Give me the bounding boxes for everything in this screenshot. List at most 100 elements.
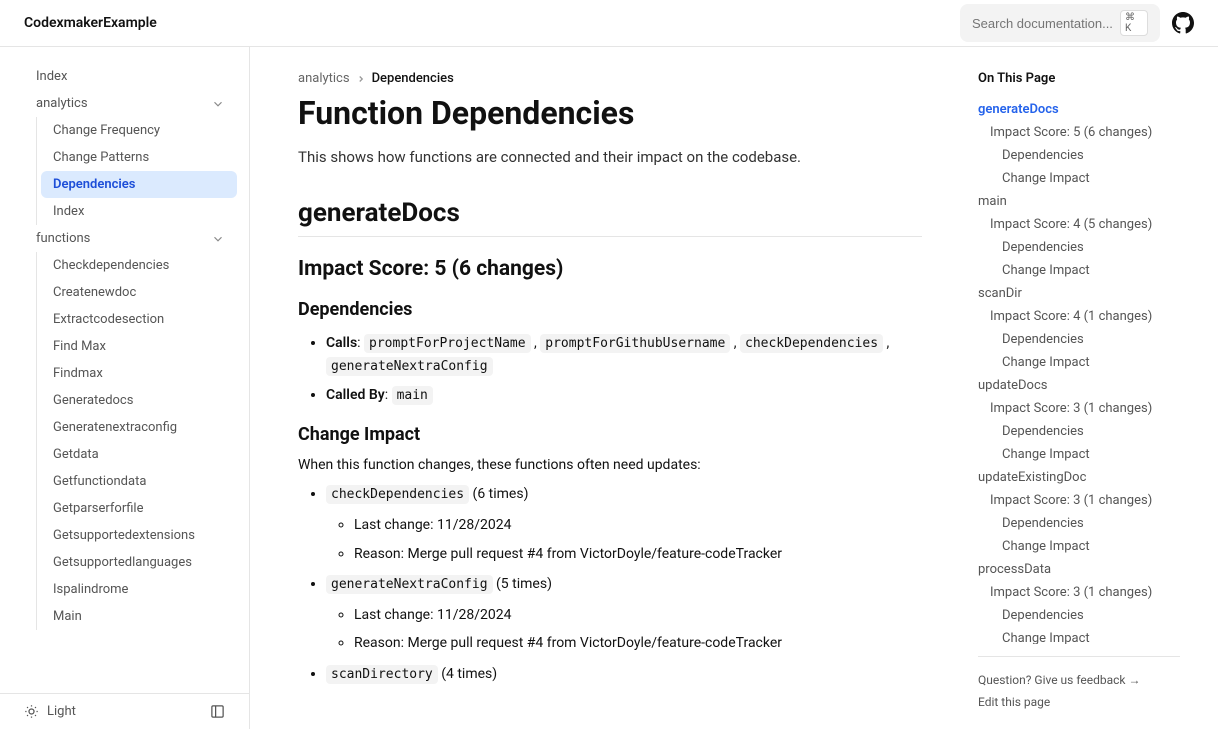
toc-link[interactable]: Impact Score: 4 (1 changes) <box>978 305 1180 328</box>
toc-link[interactable]: Change Impact <box>978 443 1180 466</box>
toc-link[interactable]: updateDocs <box>978 374 1180 397</box>
sidebar-item-functions[interactable]: functions <box>24 225 237 252</box>
sidebar-footer: Light <box>0 693 249 729</box>
code-ref: main <box>392 386 433 405</box>
sidebar-item-getdata[interactable]: Getdata <box>41 441 237 468</box>
sidebar-item-analytics[interactable]: analytics <box>24 90 237 117</box>
sidebar-item-label: Getdata <box>53 447 99 462</box>
toc-link[interactable]: Dependencies <box>978 328 1180 351</box>
impact-item: scanDirectory (4 times) <box>326 663 922 686</box>
feedback-link[interactable]: Question? Give us feedback → <box>978 669 1180 691</box>
toc-link[interactable]: generateDocs <box>978 98 1180 121</box>
impact-score-heading: Impact Score: 5 (6 changes) <box>298 257 922 281</box>
sidebar: Index analytics Change Frequency Change Pat… <box>0 47 250 729</box>
panel-toggle-icon[interactable] <box>210 704 225 719</box>
impact-item: generateNextraConfig (5 times)Last chang… <box>326 573 922 655</box>
toc-link[interactable]: Impact Score: 5 (6 changes) <box>978 121 1180 144</box>
toc-link[interactable]: Impact Score: 3 (1 changes) <box>978 489 1180 512</box>
toc-link[interactable]: scanDir <box>978 282 1180 305</box>
toc-link[interactable]: processData <box>978 558 1180 581</box>
sidebar-item-label: Findmax <box>53 366 103 381</box>
sidebar-item-label: Createnewdoc <box>53 285 136 300</box>
toc-link[interactable]: Impact Score: 3 (1 changes) <box>978 397 1180 420</box>
sidebar-item-extractcodesection[interactable]: Extractcodesection <box>41 306 237 333</box>
sidebar-item-findmax[interactable]: Findmax <box>41 360 237 387</box>
calls-label: Calls <box>326 335 357 351</box>
impact-reason: Reason: Merge pull request #4 from Victo… <box>354 632 922 654</box>
chevron-down-icon <box>211 232 225 246</box>
calls-row: Calls: promptForProjectName , promptForG… <box>326 332 922 378</box>
sidebar-item-createnewdoc[interactable]: Createnewdoc <box>41 279 237 306</box>
table-of-contents: On This Page generateDocsImpact Score: 5… <box>970 47 1200 729</box>
chevron-right-icon <box>356 74 366 84</box>
page-intro: This shows how functions are connected a… <box>298 148 922 166</box>
toc-link[interactable]: Change Impact <box>978 535 1180 558</box>
called-by-label: Called By <box>326 387 385 403</box>
sidebar-item-label: Generatenextraconfig <box>53 420 177 435</box>
sidebar-item-label: Getparserforfile <box>53 501 143 516</box>
sidebar-item-label: Change Frequency <box>53 123 160 138</box>
theme-toggle[interactable]: Light <box>24 704 76 719</box>
impact-last-change: Last change: 11/28/2024 <box>354 514 922 536</box>
sidebar-item-label: Getsupportedlanguages <box>53 555 192 570</box>
sidebar-item-dependencies[interactable]: Dependencies <box>41 171 237 198</box>
sidebar-item-label: Index <box>53 204 84 219</box>
sidebar-item-getparserforfile[interactable]: Getparserforfile <box>41 495 237 522</box>
sidebar-item-index[interactable]: Index <box>24 63 237 90</box>
impact-last-change: Last change: 11/28/2024 <box>354 604 922 626</box>
sidebar-item-getsupportedlanguages[interactable]: Getsupportedlanguages <box>41 549 237 576</box>
sidebar-item-label: Dependencies <box>53 177 135 192</box>
sidebar-item-label: functions <box>36 231 90 246</box>
toc-link[interactable]: updateExistingDoc <box>978 466 1180 489</box>
code-ref: promptForGithubUsername <box>540 334 730 353</box>
toc-link[interactable]: Change Impact <box>978 167 1180 190</box>
code-ref: checkDependencies <box>740 334 883 353</box>
search-input[interactable] <box>972 16 1112 31</box>
sidebar-item-label: Extractcodesection <box>53 312 164 327</box>
brand[interactable]: CodexmakerExample <box>24 15 157 31</box>
toc-link[interactable]: Dependencies <box>978 144 1180 167</box>
toc-link[interactable]: Dependencies <box>978 420 1180 443</box>
sidebar-item-change-patterns[interactable]: Change Patterns <box>41 144 237 171</box>
sidebar-item-label: Main <box>53 609 82 624</box>
main-content: analytics Dependencies Function Dependen… <box>250 47 970 729</box>
sidebar-item-generatedocs[interactable]: Generatedocs <box>41 387 237 414</box>
sidebar-item-label: Ispalindrome <box>53 582 128 597</box>
toc-title: On This Page <box>978 71 1180 86</box>
sidebar-item-main[interactable]: Main <box>41 603 237 630</box>
toc-link[interactable]: Change Impact <box>978 259 1180 282</box>
toc-link[interactable]: main <box>978 190 1180 213</box>
sidebar-item-label: Checkdependencies <box>53 258 169 273</box>
sidebar-item-label: Getfunctiondata <box>53 474 146 489</box>
sidebar-item-label: Getsupportedextensions <box>53 528 195 543</box>
toc-link[interactable]: Change Impact <box>978 627 1180 644</box>
header: CodexmakerExample ⌘ K <box>0 0 1218 47</box>
sidebar-item-checkdependencies[interactable]: Checkdependencies <box>41 252 237 279</box>
sidebar-item-label: Find Max <box>53 339 106 354</box>
sidebar-item-getfunctiondata[interactable]: Getfunctiondata <box>41 468 237 495</box>
toc-link[interactable]: Change Impact <box>978 351 1180 374</box>
search-kbd: ⌘ K <box>1120 10 1148 36</box>
search-box[interactable]: ⌘ K <box>960 4 1160 42</box>
sidebar-item-ispalindrome[interactable]: Ispalindrome <box>41 576 237 603</box>
breadcrumb: analytics Dependencies <box>298 71 922 86</box>
toc-link[interactable]: Dependencies <box>978 604 1180 627</box>
github-icon[interactable] <box>1172 12 1194 34</box>
called-by-row: Called By: main <box>326 384 922 407</box>
sidebar-item-getsupportedextensions[interactable]: Getsupportedextensions <box>41 522 237 549</box>
toc-link[interactable]: Dependencies <box>978 512 1180 535</box>
sidebar-item-change-frequency[interactable]: Change Frequency <box>41 117 237 144</box>
sidebar-item-find-max[interactable]: Find Max <box>41 333 237 360</box>
breadcrumb-parent[interactable]: analytics <box>298 71 350 86</box>
edit-page-link[interactable]: Edit this page <box>978 691 1180 713</box>
sidebar-item-index[interactable]: Index <box>41 198 237 225</box>
sidebar-item-label: Index <box>36 69 67 84</box>
sidebar-item-label: analytics <box>36 96 88 111</box>
sidebar-item-label: Generatedocs <box>53 393 133 408</box>
code-ref: promptForProjectName <box>364 334 531 353</box>
toc-link[interactable]: Impact Score: 3 (1 changes) <box>978 581 1180 604</box>
impact-item: checkDependencies (6 times)Last change: … <box>326 483 922 565</box>
sidebar-item-generatenextraconfig[interactable]: Generatenextraconfig <box>41 414 237 441</box>
toc-link[interactable]: Dependencies <box>978 236 1180 259</box>
toc-link[interactable]: Impact Score: 4 (5 changes) <box>978 213 1180 236</box>
